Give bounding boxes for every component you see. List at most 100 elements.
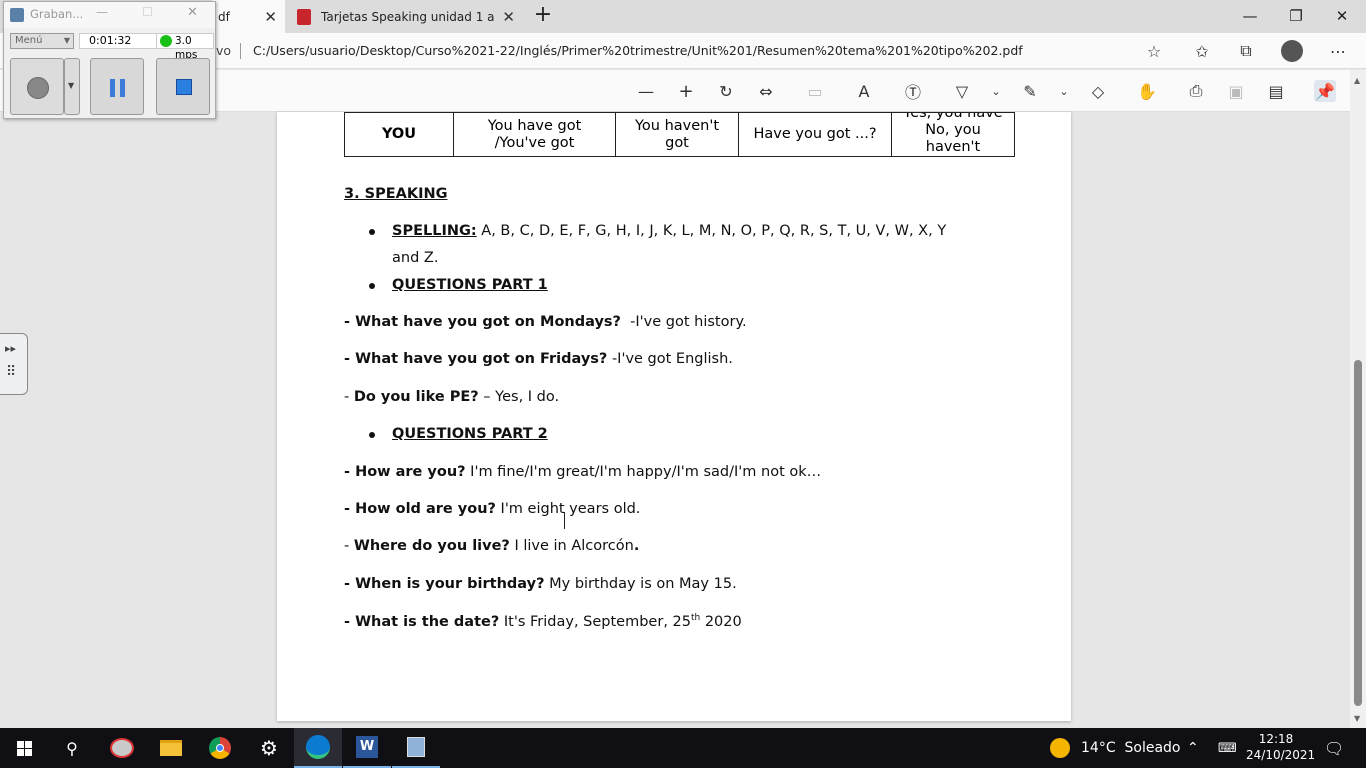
stop-button[interactable] — [156, 58, 210, 115]
start-button[interactable] — [0, 728, 48, 768]
maximize-window-button[interactable]: ❐ — [1284, 4, 1308, 28]
tab-close-icon[interactable]: ✕ — [264, 8, 277, 26]
screen-recorder-window: Graban... — ☐ ✕ Menú ▼ 0:01:32 3.0 mps ▼ — [3, 1, 216, 119]
recorder-maximize-icon[interactable]: ☐ — [142, 5, 153, 19]
question-line: - Do you like PE? – Yes, I do. — [344, 389, 559, 405]
question-text: - How are you? — [344, 464, 466, 480]
scrollbar-thumb[interactable] — [1354, 360, 1362, 706]
folder-icon — [160, 740, 182, 756]
section-title: 3. SPEAKING — [344, 186, 448, 202]
short-answer-line: No, you — [925, 122, 981, 138]
pronoun-cell: YOU — [344, 112, 454, 157]
print-icon[interactable]: ⎙ — [1185, 80, 1207, 102]
read-aloud-icon[interactable]: A — [853, 80, 875, 102]
draw-options-chevron-icon[interactable]: ⌄ — [985, 80, 1007, 102]
more-menu-icon[interactable]: ⋯ — [1327, 40, 1349, 62]
pdf-file-icon — [297, 8, 311, 25]
new-tab-button[interactable]: + — [531, 4, 555, 28]
highlight-options-chevron-icon[interactable]: ⌄ — [1053, 80, 1075, 102]
tab-tarjetas-speaking[interactable]: Tarjetas Speaking unidad 1 a col ✕ — [287, 0, 523, 33]
record-button[interactable] — [10, 58, 64, 115]
sun-icon — [1050, 738, 1070, 758]
recorder-minimize-icon[interactable]: — — [96, 5, 108, 19]
address-prefix: vo — [216, 43, 232, 58]
affirmative-line: /You've got — [494, 134, 575, 151]
notifications-icon[interactable]: 🗨 — [1324, 728, 1344, 768]
ordinal-suffix: th — [690, 613, 701, 623]
add-favorite-icon[interactable]: ☆ — [1143, 40, 1165, 62]
minimize-window-button[interactable]: — — [1238, 4, 1262, 28]
question-line: - How are you? I'm fine/I'm great/I'm ha… — [344, 464, 821, 480]
taskbar-app-chrome[interactable] — [196, 728, 244, 768]
answer-text: It's Friday, September, 25 — [499, 613, 691, 630]
draw-icon[interactable]: ▽ — [951, 80, 973, 102]
pin-toolbar-icon[interactable]: 📌 — [1314, 80, 1336, 102]
add-text-icon[interactable]: Ⓣ — [902, 80, 924, 102]
recorder-close-icon[interactable]: ✕ — [187, 5, 198, 20]
record-options-button[interactable]: ▼ — [64, 58, 80, 115]
zoom-out-icon[interactable]: — — [635, 80, 657, 102]
recorder-titlebar: Graban... — ☐ ✕ — [4, 2, 215, 28]
spelling-line-1: SPELLING: A, B, C, D, E, F, G, H, I, J, … — [392, 223, 946, 239]
recorder-speed: 3.0 mps — [156, 33, 214, 61]
page-view-icon[interactable]: ▭ — [804, 80, 826, 102]
question-line: - When is your birthday? My birthday is … — [344, 576, 737, 592]
input-indicator-icon[interactable]: ⌨ — [1218, 728, 1237, 768]
question-text: - What is the date? — [344, 613, 500, 630]
highlight-icon[interactable]: ✎ — [1019, 80, 1041, 102]
eraser-icon[interactable]: ◇ — [1087, 80, 1109, 102]
weather-text: 14°C Soleado — [1081, 740, 1181, 756]
side-panel-handle[interactable]: ▸▸ ⠿ — [0, 333, 28, 395]
pause-button[interactable] — [90, 58, 144, 115]
tab-current-pdf[interactable]: df ✕ — [212, 0, 285, 33]
answer-end: . — [633, 538, 640, 554]
status-green-dot-icon — [160, 35, 172, 47]
chevron-down-icon: ▼ — [63, 36, 70, 45]
collections-icon[interactable]: ⧉ — [1235, 40, 1257, 62]
answer-text: – Yes, I do. — [478, 389, 560, 405]
fit-page-icon[interactable]: ⇔ — [755, 80, 777, 102]
answer-text: I'm eight years old. — [495, 501, 641, 517]
scroll-up-arrow-icon[interactable]: ▲ — [1354, 76, 1360, 85]
part1-title: QUESTIONS PART 1 — [392, 277, 548, 293]
bullet — [369, 432, 375, 438]
pause-icon — [110, 79, 115, 97]
scroll-down-arrow-icon[interactable]: ▼ — [1354, 714, 1360, 723]
search-button[interactable]: ⚲ — [48, 728, 96, 768]
tab-close-icon[interactable]: ✕ — [502, 8, 515, 26]
question-line: - What have you got on Fridays? -I've go… — [344, 351, 733, 367]
taskbar-app-explorer[interactable] — [147, 728, 195, 768]
expand-arrows-icon: ▸▸ — [5, 342, 17, 355]
clock[interactable]: 12:18 24/10/2021 — [1246, 731, 1315, 763]
affirmative-cell: You have got /You've got — [453, 112, 616, 157]
taskbar-app-recorder[interactable] — [392, 728, 440, 768]
touch-write-icon[interactable]: ✋ — [1136, 80, 1158, 102]
favorites-icon[interactable]: ✩ — [1191, 40, 1213, 62]
url-field[interactable]: C:/Users/usuario/Desktop/Curso%2021-22/I… — [253, 43, 1023, 58]
rotate-icon[interactable]: ↻ — [715, 80, 737, 102]
recorder-menu-dropdown[interactable]: Menú ▼ — [10, 33, 74, 49]
have-got-table-row: YOU You have got /You've got You haven't… — [344, 112, 1015, 157]
taskbar-app-settings[interactable]: ⚙ — [245, 728, 293, 768]
profile-avatar[interactable] — [1281, 40, 1303, 62]
question-line: - What is the date? It's Friday, Septemb… — [344, 613, 742, 630]
zoom-in-icon[interactable]: + — [675, 80, 697, 102]
taskbar-app-word[interactable]: W — [343, 728, 391, 768]
vertical-scrollbar[interactable]: ▲ ▼ — [1350, 70, 1366, 728]
question-text: Do you like PE? — [353, 389, 479, 405]
chevron-up-icon[interactable]: ⌃ — [1187, 728, 1199, 768]
short-answer-line: Yes, you have — [903, 113, 1003, 122]
pdf-viewer[interactable] — [0, 112, 1366, 728]
close-window-button[interactable]: ✕ — [1330, 4, 1354, 28]
weather-widget[interactable]: 14°C Soleado — [1050, 728, 1180, 768]
recorder-timer: 0:01:32 — [79, 33, 157, 49]
save-icon[interactable]: ▣ — [1225, 80, 1247, 102]
edge-icon — [306, 735, 330, 759]
negative-cell: You haven't got — [615, 112, 739, 157]
taskbar-app-edge[interactable] — [294, 728, 342, 768]
taskbar-app-paint[interactable] — [98, 728, 146, 768]
dash-text: - — [344, 538, 354, 554]
windows-taskbar: ⚲ ⚙ W 14°C Soleado ⌃ ⌨ 12:18 24/10/2021 … — [0, 728, 1366, 768]
answer-year: 2020 — [700, 613, 742, 630]
save-as-icon[interactable]: ▤ — [1265, 80, 1287, 102]
